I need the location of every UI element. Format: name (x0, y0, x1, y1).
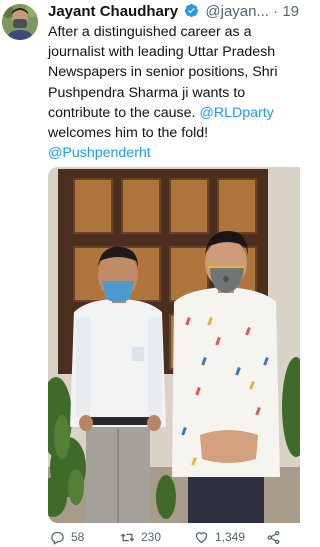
retweet-button[interactable]: 230 (120, 528, 161, 546)
author-handle[interactable]: @jayan... (205, 3, 269, 20)
reply-count: 58 (71, 530, 85, 544)
retweet-count: 230 (141, 530, 162, 544)
tweet-text-line: Newspapers in senior positions, Shri (48, 64, 278, 81)
tweet-header: Jayant Chaudhary @jayan... · 19 Ju (48, 2, 300, 22)
tweet-text-line: contribute to the cause. @RLDparty (48, 103, 300, 123)
avatar[interactable] (2, 4, 38, 40)
author-name[interactable]: Jayant Chaudhary (48, 3, 178, 20)
like-count: 1,349 (215, 530, 246, 544)
share-button[interactable] (266, 528, 287, 546)
tweet-timestamp[interactable]: 19 Ju (282, 3, 300, 20)
mention-link-pushpenderht[interactable]: @Pushpenderht (48, 145, 151, 161)
mention-link-rldparty[interactable]: @RLDparty (199, 105, 273, 121)
tweet-text-line: After a distinguished career as a (48, 24, 252, 40)
heart-icon (195, 531, 208, 543)
tweet-text-fragment: contribute to the cause. (48, 104, 200, 121)
verified-badge-icon (185, 3, 199, 18)
photo-two-men-standing (48, 167, 300, 523)
retweet-icon (120, 532, 135, 542)
reply-icon (51, 531, 64, 545)
reply-button[interactable]: 58 (50, 528, 84, 546)
avatar-photo (2, 4, 38, 40)
tweet-text-line: welcomes him to the fold! (48, 125, 209, 142)
tweet-text-line: Pushpendra Sharma ji wants to (48, 84, 246, 101)
share-icon (267, 530, 280, 544)
tweet-photo[interactable] (48, 167, 300, 523)
tweet-action-bar: 58 230 1,349 (48, 528, 300, 546)
tweet-text-line: journalist with leading Uttar Pradesh (48, 44, 276, 61)
tweet-text: After a distinguished career as a journa… (48, 22, 300, 163)
header-separator: · (273, 3, 279, 20)
like-button[interactable]: 1,349 (194, 528, 245, 546)
